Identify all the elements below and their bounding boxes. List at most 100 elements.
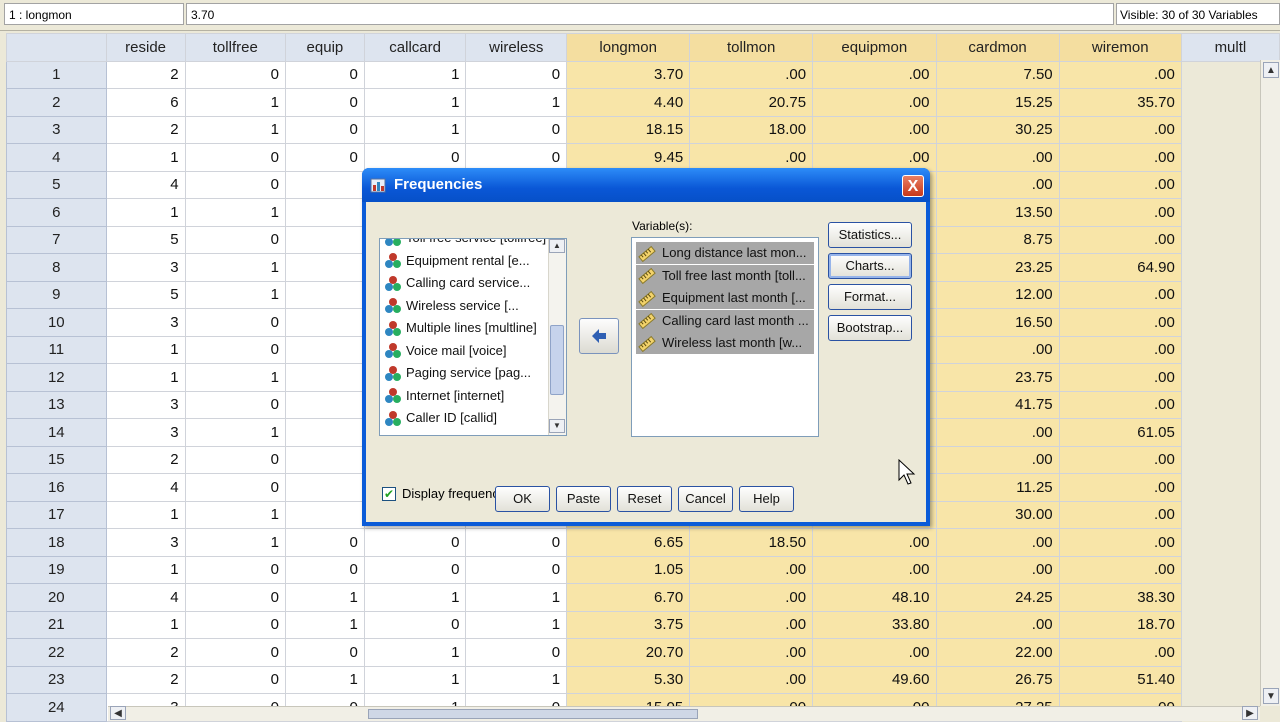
data-cell[interactable]: 38.30 bbox=[1058, 583, 1182, 612]
reset-button[interactable]: Reset bbox=[617, 486, 672, 512]
data-cell[interactable] bbox=[285, 308, 365, 337]
data-cell[interactable]: 20.75 bbox=[689, 88, 814, 117]
display-frequency-tables-checkbox[interactable]: ✔ bbox=[382, 487, 396, 501]
data-cell[interactable]: 1 bbox=[105, 335, 186, 364]
data-cell[interactable] bbox=[285, 335, 365, 364]
data-cell[interactable]: 1 bbox=[184, 363, 287, 392]
cell-value-field[interactable]: 3.70 bbox=[186, 3, 1114, 25]
data-cell[interactable]: 1 bbox=[465, 665, 568, 694]
list-item[interactable]: Caller ID [callid] bbox=[384, 407, 497, 429]
data-cell[interactable]: 1 bbox=[465, 88, 568, 117]
row-number[interactable]: 10 bbox=[6, 308, 107, 337]
data-cell[interactable]: 1 bbox=[465, 583, 568, 612]
row-number[interactable]: 22 bbox=[6, 638, 107, 667]
data-cell[interactable]: 3 bbox=[105, 253, 186, 282]
column-header[interactable]: equipmon bbox=[812, 33, 937, 62]
row-number[interactable]: 17 bbox=[6, 500, 107, 529]
list-item[interactable]: Calling card service... bbox=[384, 272, 530, 294]
data-cell[interactable]: 1 bbox=[184, 198, 287, 227]
data-cell[interactable]: 0 bbox=[285, 143, 365, 172]
data-cell[interactable]: 1 bbox=[363, 88, 467, 117]
data-cell[interactable]: 3 bbox=[105, 418, 186, 447]
data-cell[interactable]: .00 bbox=[1058, 60, 1182, 89]
list-item[interactable]: Multiple lines [multline] bbox=[384, 317, 537, 339]
row-number[interactable]: 6 bbox=[6, 198, 107, 227]
data-cell[interactable] bbox=[285, 170, 365, 199]
data-cell[interactable]: 1 bbox=[363, 115, 467, 144]
row-number[interactable]: 1 bbox=[6, 60, 107, 89]
data-cell[interactable]: 1 bbox=[105, 555, 186, 584]
data-cell[interactable]: 4.40 bbox=[566, 88, 691, 117]
column-header[interactable]: wireless bbox=[465, 33, 568, 62]
list-scroll-thumb[interactable] bbox=[550, 325, 564, 395]
data-cell[interactable]: 2 bbox=[105, 60, 186, 89]
data-cell[interactable] bbox=[285, 198, 365, 227]
row-number[interactable]: 19 bbox=[6, 555, 107, 584]
data-cell[interactable]: .00 bbox=[935, 528, 1060, 557]
horizontal-scrollbar[interactable]: ◀ ▶ bbox=[108, 706, 1260, 721]
data-cell[interactable]: 51.40 bbox=[1058, 665, 1182, 694]
data-cell[interactable]: 1 bbox=[465, 610, 568, 639]
data-cell[interactable]: 0 bbox=[363, 555, 467, 584]
row-number[interactable]: 16 bbox=[6, 473, 107, 502]
paste-button[interactable]: Paste bbox=[556, 486, 611, 512]
data-cell[interactable]: .00 bbox=[1058, 170, 1182, 199]
data-cell[interactable]: 0 bbox=[184, 665, 287, 694]
row-number[interactable]: 12 bbox=[6, 363, 107, 392]
data-cell[interactable]: 9.45 bbox=[566, 143, 691, 172]
data-cell[interactable]: 1 bbox=[285, 610, 365, 639]
data-cell[interactable]: 0 bbox=[465, 528, 568, 557]
data-cell[interactable] bbox=[285, 473, 365, 502]
data-cell[interactable]: 20.70 bbox=[566, 638, 691, 667]
list-item[interactable]: Equipment rental [e... bbox=[384, 250, 530, 272]
data-cell[interactable]: 49.60 bbox=[812, 665, 937, 694]
data-cell[interactable]: .00 bbox=[935, 170, 1060, 199]
data-cell[interactable]: .00 bbox=[689, 583, 814, 612]
help-button[interactable]: Help bbox=[739, 486, 794, 512]
data-cell[interactable]: 1 bbox=[184, 253, 287, 282]
data-cell[interactable]: 0 bbox=[184, 60, 287, 89]
data-cell[interactable]: 0 bbox=[184, 335, 287, 364]
format-button[interactable]: Format... bbox=[828, 284, 912, 310]
selected-variable-item[interactable]: Equipment last month [... bbox=[636, 287, 814, 309]
data-cell[interactable]: .00 bbox=[1058, 473, 1182, 502]
selected-variable-item[interactable]: Toll free last month [toll... bbox=[636, 264, 814, 287]
column-header[interactable]: multl bbox=[1180, 33, 1280, 62]
data-cell[interactable]: .00 bbox=[1058, 445, 1182, 474]
data-cell[interactable]: 30.00 bbox=[935, 500, 1060, 529]
list-item[interactable]: Wireless service [... bbox=[384, 295, 519, 317]
data-cell[interactable]: 61.05 bbox=[1058, 418, 1182, 447]
data-cell[interactable]: 41.75 bbox=[935, 390, 1060, 419]
data-cell[interactable] bbox=[285, 280, 365, 309]
data-cell[interactable]: 1 bbox=[105, 363, 186, 392]
data-cell[interactable]: .00 bbox=[935, 555, 1060, 584]
cancel-button[interactable]: Cancel bbox=[678, 486, 733, 512]
data-cell[interactable]: 1 bbox=[184, 115, 287, 144]
column-header[interactable]: reside bbox=[105, 33, 186, 62]
data-cell[interactable]: .00 bbox=[1058, 115, 1182, 144]
data-cell[interactable]: 18.00 bbox=[689, 115, 814, 144]
data-cell[interactable]: 18.70 bbox=[1058, 610, 1182, 639]
move-variable-button[interactable] bbox=[579, 318, 619, 354]
data-cell[interactable]: 0 bbox=[465, 60, 568, 89]
data-cell[interactable]: 23.75 bbox=[935, 363, 1060, 392]
data-cell[interactable]: 5 bbox=[105, 225, 186, 254]
data-cell[interactable]: 33.80 bbox=[812, 610, 937, 639]
data-cell[interactable]: .00 bbox=[1058, 280, 1182, 309]
row-number[interactable]: 23 bbox=[6, 665, 107, 694]
data-cell[interactable]: 13.50 bbox=[935, 198, 1060, 227]
data-cell[interactable]: 23.25 bbox=[935, 253, 1060, 282]
data-cell[interactable]: 0 bbox=[363, 610, 467, 639]
data-cell[interactable]: 0 bbox=[184, 473, 287, 502]
row-number[interactable]: 9 bbox=[6, 280, 107, 309]
row-number[interactable]: 8 bbox=[6, 253, 107, 282]
data-cell[interactable]: 2 bbox=[105, 638, 186, 667]
source-variable-list[interactable]: ▲ ▼ Toll free service [tollfree] Equipmen… bbox=[379, 238, 567, 436]
data-cell[interactable]: .00 bbox=[689, 638, 814, 667]
list-item[interactable]: Paging service [pag... bbox=[384, 362, 531, 384]
data-cell[interactable]: 30.25 bbox=[935, 115, 1060, 144]
data-cell[interactable]: 24.25 bbox=[935, 583, 1060, 612]
row-number[interactable]: 14 bbox=[6, 418, 107, 447]
data-cell[interactable]: 1.05 bbox=[566, 555, 691, 584]
data-cell[interactable]: 0 bbox=[184, 225, 287, 254]
